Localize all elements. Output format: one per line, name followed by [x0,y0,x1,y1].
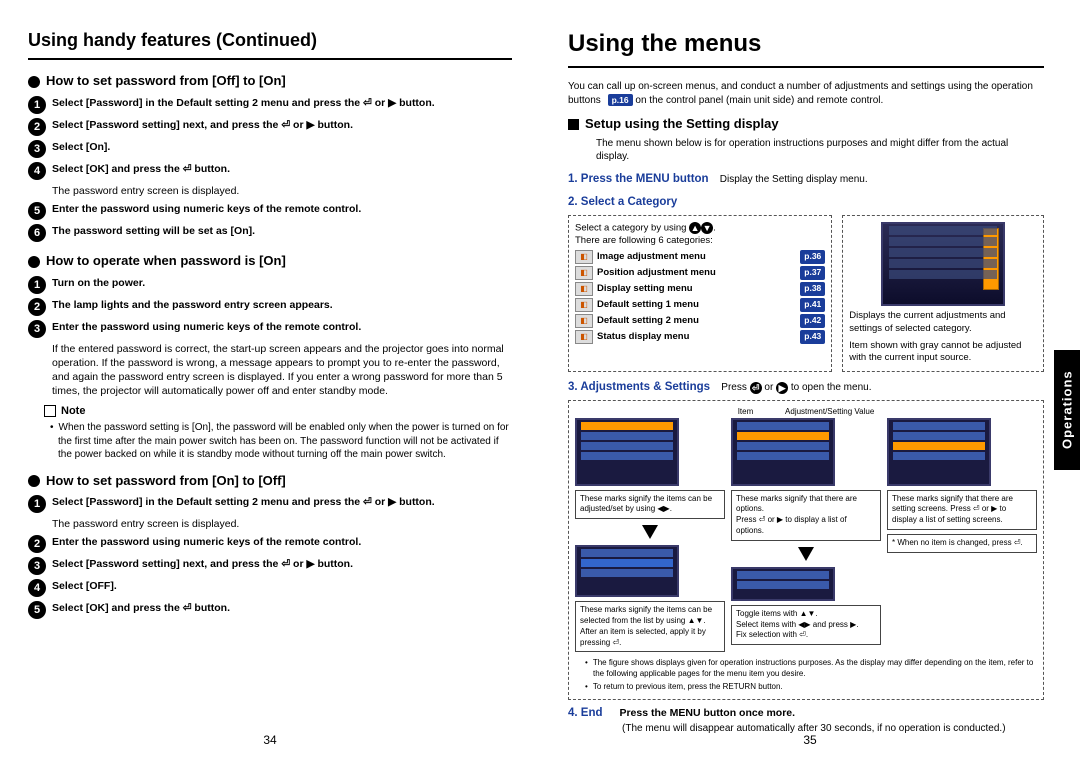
section-setup: Setup using the Setting display [568,115,1044,133]
page-number-34: 34 [263,732,276,748]
description: The password entry screen is displayed. [52,517,512,531]
list-item: 4Select [OFF]. [28,579,512,597]
osd-mini-3 [887,418,991,486]
menu-icon: ◧ [575,250,593,264]
page-35: Using the menus You can call up on-scree… [540,0,1080,766]
osd-screenshot [881,222,1005,306]
list-item: 1Turn on the power. [28,276,512,294]
category-preview: Displays the current adjustments and set… [842,215,1044,372]
list-item: 5Enter the password using numeric keys o… [28,202,512,220]
list-item: 4Select [OK] and press the ⏎ button. [28,162,512,180]
menu-item-default-2: ◧Default setting 2 menup.42 [575,314,825,328]
arrow-down-icon [642,525,658,539]
list-item: 2Enter the password using numeric keys o… [28,535,512,553]
list-item: 3Select [On]. [28,140,512,158]
note-item: When the password setting is [On], the p… [58,421,512,462]
menu-icon: ◧ [575,330,593,344]
step-2-heading: 2. Select a Category [568,195,1044,211]
menu-item-default-1: ◧Default setting 1 menup.41 [575,298,825,312]
page-34: Using handy features (Continued) How to … [0,0,540,766]
menu-icon: ◧ [575,282,593,296]
section-off-to-on: How to set password from [Off] to [On] [28,72,512,90]
osd-mini-2 [731,418,835,486]
list-item: 2Select [Password setting] next, and pre… [28,118,512,136]
menu-item-status: ◧Status display menup.43 [575,330,825,344]
category-list: Select a category by using ▲▼. There are… [568,215,832,372]
osd-mini-1 [575,418,679,486]
list-item: 1Select [Password] in the Default settin… [28,96,512,114]
menu-icon: ◧ [575,266,593,280]
step-3-heading: 3. Adjustments & Settings Press ⏎ or ▶ t… [568,380,1044,396]
callout: These marks signify the items can be sel… [575,601,725,652]
category-panel: Select a category by using ▲▼. There are… [568,215,1044,372]
description: If the entered password is correct, the … [52,342,512,399]
menu-item-display-setting: ◧Display setting menup.38 [575,282,825,296]
osd-mini-4 [575,545,679,597]
section-on-to-off: How to set password from [On] to [Off] [28,472,512,490]
callout: * When no item is changed, press ⏎. [887,534,1037,553]
arrow-down-icon [798,547,814,561]
page-35-title: Using the menus [568,28,1044,68]
setup-description: The menu shown below is for operation in… [596,137,1044,164]
arrow-right-icon: ▶ [776,382,788,394]
arrow-up-icon: ▲ [689,222,701,234]
section-operate-on: How to operate when password is [On] [28,252,512,270]
page-spread: Using handy features (Continued) How to … [0,0,1080,766]
menu-item-position-adjustment: ◧Position adjustment menup.37 [575,266,825,280]
menu-item-image-adjustment: ◧Image adjustment menup.36 [575,250,825,264]
page-number-35: 35 [803,732,816,748]
callout: Toggle items with ▲▼.Select items with ◀… [731,605,881,645]
intro-text: You can call up on-screen menus, and con… [568,80,1044,107]
list-item: 3Enter the password using numeric keys o… [28,320,512,338]
arrow-down-icon: ▼ [701,222,713,234]
menu-icon: ◧ [575,298,593,312]
enter-icon: ⏎ [750,382,762,394]
list-item: 6The password setting will be set as [On… [28,224,512,242]
callout: These marks signify the items can be adj… [575,490,725,520]
description: The password entry screen is displayed. [52,184,512,198]
list-item: 2The lamp lights and the password entry … [28,298,512,316]
adjustments-panel: Item Adjustment/Setting Value These mark… [568,400,1044,700]
note-heading: Note [44,404,512,419]
callout: These marks signify that there are setti… [887,490,1037,530]
page-34-title: Using handy features (Continued) [28,28,512,60]
list-item: 3Select [Password setting] next, and pre… [28,557,512,575]
footnotes: The figure shows displays given for oper… [575,658,1037,692]
side-tab-operations: Operations [1054,350,1080,470]
list-item: 5Select [OK] and press the ⏎ button. [28,601,512,619]
list-item: 1Select [Password] in the Default settin… [28,495,512,513]
step-1-heading: 1. Press the MENU button Display the Set… [568,172,1044,188]
menu-icon: ◧ [575,314,593,328]
osd-mini-5 [731,567,835,601]
callout: These marks signify that there are optio… [731,490,881,541]
page-ref-p16: p.16 [608,94,633,106]
